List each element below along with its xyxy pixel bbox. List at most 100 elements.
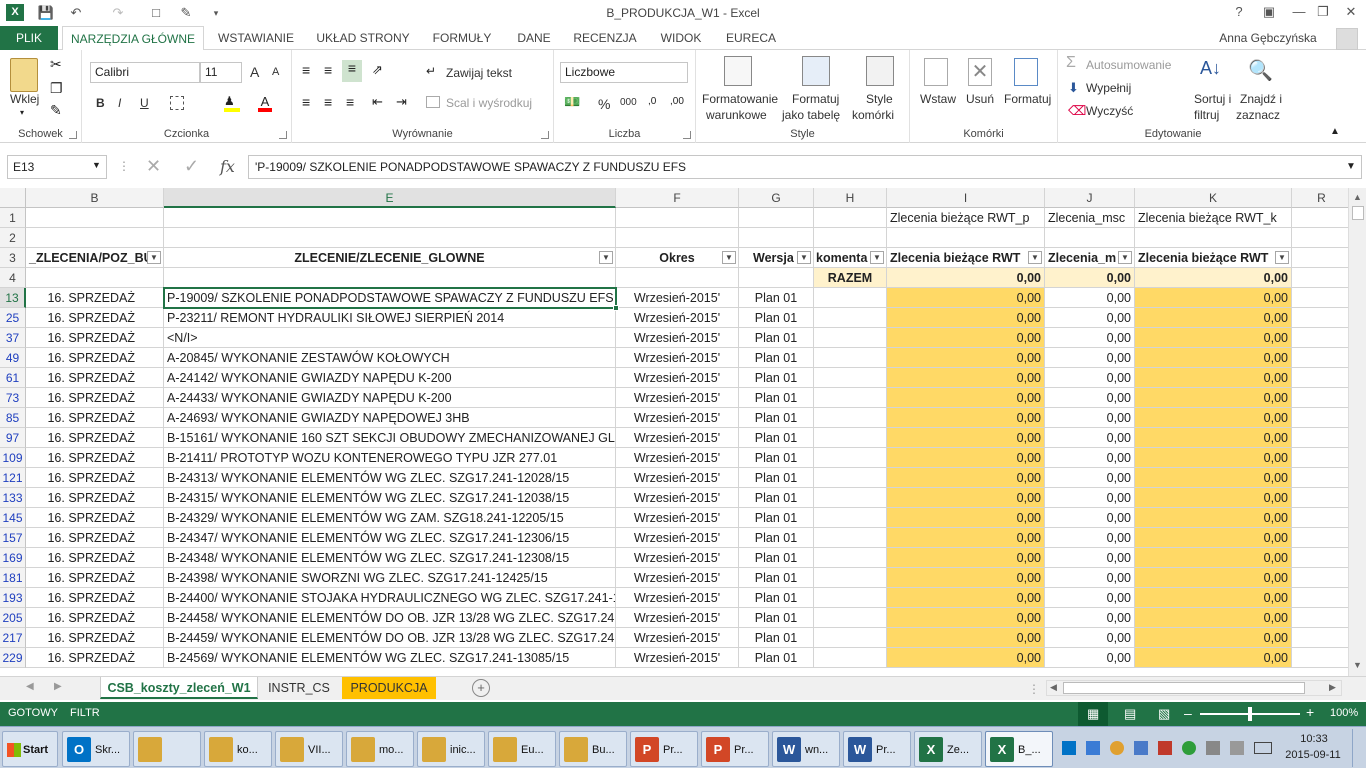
cell-f2[interactable] xyxy=(616,228,739,248)
cell-f[interactable]: Wrzesień-2015' xyxy=(616,588,739,608)
cell-i[interactable]: 0,00 xyxy=(887,348,1045,368)
cell-e[interactable]: B-21411/ PROTOTYP WOZU KONTENEROWEGO TYP… xyxy=(164,448,616,468)
tray-app-icon[interactable] xyxy=(1110,741,1124,755)
taskbar-item[interactable]: O Skr... xyxy=(62,731,130,767)
cell-i[interactable]: 0,00 xyxy=(887,608,1045,628)
cell-j[interactable]: 0,00 xyxy=(1045,508,1135,528)
find-select-icon[interactable]: 🔍 xyxy=(1248,58,1273,83)
autosum-icon[interactable]: Σ xyxy=(1066,54,1076,72)
cell-j[interactable]: 0,00 xyxy=(1045,448,1135,468)
taskbar-item[interactable]: Bu... xyxy=(559,731,627,767)
header-cell-b[interactable]: _ZLECENIA/POZ_BU ▼ xyxy=(26,248,164,268)
cell-r[interactable] xyxy=(1292,508,1348,528)
column-header-b[interactable]: B xyxy=(26,188,164,208)
cell-b[interactable]: 16. SPRZEDAŻ xyxy=(26,568,164,588)
cell-i[interactable]: 0,00 xyxy=(887,308,1045,328)
launcher-icon[interactable] xyxy=(541,131,549,139)
cell-b[interactable]: 16. SPRZEDAŻ xyxy=(26,488,164,508)
cell-e[interactable]: A-24693/ WYKONANIE GWIAZDY NAPĘDOWEJ 3HB xyxy=(164,408,616,428)
cell-j[interactable]: 0,00 xyxy=(1045,288,1135,308)
cell-g[interactable]: Plan 01 xyxy=(739,408,814,428)
collapse-ribbon-icon[interactable]: ▲ xyxy=(1330,126,1340,137)
align-left-icon[interactable]: ≡ xyxy=(302,94,310,110)
cell-r[interactable] xyxy=(1292,448,1348,468)
underline-button[interactable]: U xyxy=(140,96,149,110)
total-k[interactable]: 0,00 xyxy=(1135,268,1292,288)
row-header[interactable]: 4 xyxy=(0,268,26,288)
cell-e4[interactable] xyxy=(164,268,616,288)
view-page-layout-icon[interactable]: ▤ xyxy=(1124,706,1136,722)
cell-i[interactable]: 0,00 xyxy=(887,288,1045,308)
accounting-format-icon[interactable]: 💵 xyxy=(564,94,580,110)
tray-onenote-icon[interactable] xyxy=(1086,741,1100,755)
cell-b[interactable]: 16. SPRZEDAŻ xyxy=(26,608,164,628)
row-header[interactable]: 121 xyxy=(0,468,26,488)
total-j[interactable]: 0,00 xyxy=(1045,268,1135,288)
cell-j[interactable]: 0,00 xyxy=(1045,408,1135,428)
cell-k[interactable]: 0,00 xyxy=(1135,648,1292,668)
sheet-tab-csb[interactable]: CSB_koszty_zleceń_W1 xyxy=(100,677,258,699)
cell-k1[interactable]: Zlecenia bieżące RWT_k xyxy=(1135,208,1292,228)
zoom-thumb[interactable] xyxy=(1248,707,1252,721)
filter-dropdown-icon[interactable]: ▼ xyxy=(1118,251,1132,264)
cell-g[interactable]: Plan 01 xyxy=(739,468,814,488)
cell-g4[interactable] xyxy=(739,268,814,288)
expand-formula-bar-icon[interactable]: ▼ xyxy=(1346,161,1356,172)
cell-h[interactable] xyxy=(814,328,887,348)
grow-font-button[interactable]: A xyxy=(250,64,259,80)
cell-h[interactable] xyxy=(814,288,887,308)
total-i[interactable]: 0,00 xyxy=(887,268,1045,288)
ribbon-display-options-icon[interactable]: ▣ xyxy=(1254,0,1284,24)
cell-i2[interactable] xyxy=(887,228,1045,248)
enter-icon[interactable]: ✓ xyxy=(184,156,199,177)
tray-security-icon[interactable] xyxy=(1158,741,1172,755)
cell-b[interactable]: 16. SPRZEDAŻ xyxy=(26,428,164,448)
cell-g[interactable]: Plan 01 xyxy=(739,568,814,588)
sort-filter-label[interactable]: filtruj xyxy=(1194,108,1219,122)
cell-g[interactable]: Plan 01 xyxy=(739,368,814,388)
cell-h[interactable] xyxy=(814,368,887,388)
merge-center-button[interactable]: Scal i wyśrodkuj xyxy=(446,96,532,110)
cell-k[interactable]: 0,00 xyxy=(1135,568,1292,588)
taskbar-item[interactable]: Eu... xyxy=(488,731,556,767)
column-header-f[interactable]: F xyxy=(616,188,739,208)
row-header[interactable]: 13 xyxy=(0,288,26,308)
cell-k[interactable]: 0,00 xyxy=(1135,368,1292,388)
cell-f[interactable]: Wrzesień-2015' xyxy=(616,408,739,428)
launcher-icon[interactable] xyxy=(69,131,77,139)
cell-e[interactable]: B-24398/ WYKONANIE SWORZNI WG ZLEC. SZG1… xyxy=(164,568,616,588)
cell-f[interactable]: Wrzesień-2015' xyxy=(616,448,739,468)
tray-outlook-icon[interactable] xyxy=(1062,741,1076,755)
scroll-down-icon[interactable]: ▼ xyxy=(1353,660,1362,670)
cell-h[interactable] xyxy=(814,348,887,368)
row-header[interactable]: 229 xyxy=(0,648,26,668)
filter-dropdown-icon[interactable]: ▼ xyxy=(797,251,811,264)
cell-b[interactable]: 16. SPRZEDAŻ xyxy=(26,648,164,668)
cell-b[interactable]: 16. SPRZEDAŻ xyxy=(26,448,164,468)
cell-r[interactable] xyxy=(1292,588,1348,608)
format-cells-button[interactable]: Formatuj xyxy=(1004,92,1051,106)
tab-insert[interactable]: WSTAWIANIE xyxy=(210,26,302,50)
cell-e2[interactable] xyxy=(164,228,616,248)
cell-r[interactable] xyxy=(1292,488,1348,508)
cell-i[interactable]: 0,00 xyxy=(887,388,1045,408)
increase-decimal-icon[interactable]: ,0 xyxy=(648,96,656,107)
formula-input[interactable]: 'P-19009/ SZKOLENIE PONADPODSTAWOWE SPAW… xyxy=(248,155,1362,179)
copy-icon[interactable]: ❐ xyxy=(50,80,63,97)
tabs-split-icon[interactable]: ⋮ xyxy=(1028,682,1040,696)
scroll-thumb[interactable] xyxy=(1352,206,1364,220)
format-cells-icon[interactable] xyxy=(1014,58,1038,86)
avatar[interactable] xyxy=(1336,28,1358,50)
cell-f[interactable]: Wrzesień-2015' xyxy=(616,428,739,448)
cell-i[interactable]: 0,00 xyxy=(887,328,1045,348)
paste-icon[interactable] xyxy=(10,58,38,92)
tray-signal-icon[interactable] xyxy=(1230,741,1244,755)
cell-g2[interactable] xyxy=(739,228,814,248)
cell-r[interactable] xyxy=(1292,548,1348,568)
cell-e[interactable]: B-24329/ WYKONANIE ELEMENTÓW WG ZAM. SZG… xyxy=(164,508,616,528)
cell-h[interactable] xyxy=(814,468,887,488)
cell-i[interactable]: 0,00 xyxy=(887,508,1045,528)
select-all-corner[interactable] xyxy=(0,188,26,208)
cell-b[interactable]: 16. SPRZEDAŻ xyxy=(26,328,164,348)
cell-e1[interactable] xyxy=(164,208,616,228)
